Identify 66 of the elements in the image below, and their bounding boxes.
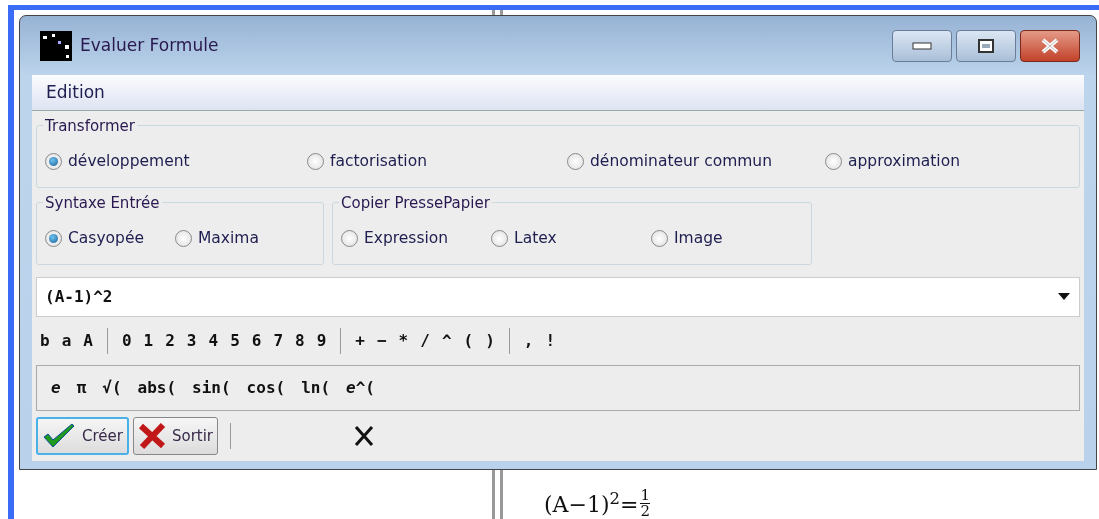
key-button[interactable]: 6: [245, 329, 268, 353]
formula-text: (A−1)$^{2}$=: [544, 488, 639, 519]
function-button[interactable]: cos(: [240, 376, 292, 400]
radio-option[interactable]: Casyopée: [45, 226, 175, 250]
radio-option[interactable]: factorisation: [307, 149, 567, 173]
app-icon: [40, 30, 72, 61]
key-button[interactable]: 9: [310, 329, 333, 353]
key-button[interactable]: ^: [435, 329, 458, 353]
function-button[interactable]: abs(: [131, 376, 183, 400]
window-title: Evaluer Formule: [80, 33, 220, 57]
radio-button[interactable]: [491, 229, 508, 247]
minimize-button[interactable]: [892, 29, 952, 62]
key-button[interactable]: −: [370, 329, 393, 353]
radio-button[interactable]: [45, 152, 62, 170]
key-button[interactable]: 4: [202, 329, 225, 353]
radio-button[interactable]: [341, 229, 358, 247]
radio-option[interactable]: approximation: [825, 149, 1025, 173]
radio-button[interactable]: [651, 229, 668, 247]
minimize-icon: [912, 41, 932, 50]
function-button[interactable]: π: [70, 376, 93, 400]
maximize-button[interactable]: [956, 29, 1016, 62]
formula-field[interactable]: (A-1)^2: [36, 277, 1080, 317]
radio-option[interactable]: dénominateur commun: [567, 149, 825, 173]
cross-icon: [137, 422, 166, 450]
key-button[interactable]: A: [77, 329, 99, 353]
function-button[interactable]: e: [45, 376, 67, 400]
radio-button[interactable]: [825, 152, 842, 170]
radio-option[interactable]: Maxima: [175, 226, 305, 250]
radio-option[interactable]: développement: [45, 149, 307, 173]
radio-button[interactable]: [307, 152, 324, 170]
dialog-button[interactable]: Sortir: [132, 417, 219, 455]
key-button[interactable]: +: [349, 329, 371, 353]
function-button[interactable]: √(: [96, 376, 128, 400]
key-button[interactable]: 0: [115, 329, 138, 353]
key-button[interactable]: 1: [137, 329, 160, 353]
maximize-icon: [978, 38, 994, 53]
key-button[interactable]: ,: [517, 329, 540, 353]
key-button[interactable]: 7: [267, 329, 290, 353]
key-button[interactable]: /: [414, 329, 436, 353]
fraction: 1 2: [640, 488, 650, 519]
key-button[interactable]: *: [392, 329, 415, 353]
radio-button[interactable]: [45, 229, 62, 247]
function-button[interactable]: e^(: [340, 376, 381, 400]
function-button[interactable]: ln(: [295, 376, 337, 400]
radio-option[interactable]: Image: [651, 226, 771, 250]
radio-button[interactable]: [175, 229, 192, 247]
key-button[interactable]: 8: [289, 329, 311, 353]
radio-option[interactable]: Expression: [341, 226, 491, 250]
menu-item[interactable]: Edition: [46, 79, 105, 105]
dialog-button[interactable]: Créer: [36, 417, 129, 455]
check-icon: [42, 423, 76, 449]
clear-icon[interactable]: [353, 424, 376, 448]
key-button[interactable]: !: [539, 329, 562, 353]
function-button[interactable]: sin(: [186, 376, 237, 400]
key-button[interactable]: 2: [159, 329, 181, 353]
radio-option[interactable]: Latex: [491, 226, 651, 250]
radio-button[interactable]: [567, 152, 584, 170]
close-button[interactable]: [1020, 29, 1080, 62]
dropdown-icon[interactable]: [1058, 293, 1070, 300]
key-button[interactable]: 5: [224, 329, 246, 353]
key-button[interactable]: ): [479, 329, 501, 353]
close-icon: [1040, 37, 1060, 54]
key-button[interactable]: a: [55, 329, 78, 353]
key-button[interactable]: b: [34, 329, 56, 353]
key-button[interactable]: (: [457, 329, 480, 353]
key-button[interactable]: 3: [180, 329, 203, 353]
